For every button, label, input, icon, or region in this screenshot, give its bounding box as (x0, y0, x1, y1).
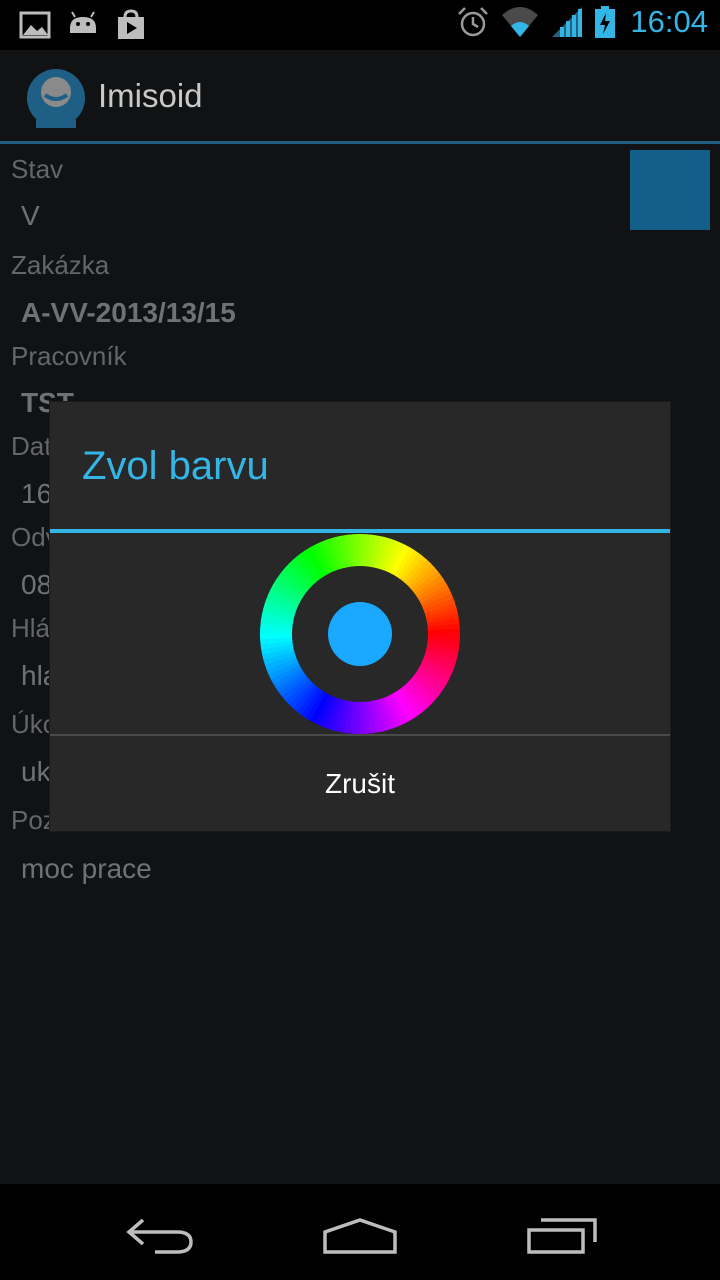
play-store-icon (118, 9, 144, 39)
status-bar: 16:04 (0, 0, 720, 50)
field-value-stav: V (21, 200, 40, 231)
color-wheel[interactable] (259, 533, 461, 735)
home-icon[interactable] (315, 1208, 405, 1258)
dialog-title: Zvol barvu (82, 444, 269, 488)
field-value-poznamka: moc prace (21, 853, 152, 884)
cancel-button[interactable]: Zrušit (50, 736, 670, 831)
battery-charging-icon (595, 6, 616, 38)
field-value-zakazka: A-VV-2013/13/15 (21, 297, 236, 328)
app-title: Imisoid (98, 77, 203, 114)
field-label-pracovnik: Pracovník (11, 341, 127, 371)
gallery-icon (19, 11, 51, 39)
field-label-zakazka: Zakázka (11, 250, 110, 280)
field-value-ukol: uk (21, 756, 51, 787)
recent-apps-icon[interactable] (515, 1208, 605, 1258)
field-value-odv: 08 (21, 569, 53, 600)
action-bar: Imisoid (0, 50, 720, 144)
back-icon[interactable] (115, 1208, 205, 1258)
navigation-bar (0, 1184, 720, 1280)
alarm-icon (458, 7, 489, 37)
app-logo-icon[interactable] (26, 68, 86, 128)
color-picker-dialog: Zvol barvu Zrušit (50, 402, 670, 831)
signal-icon (552, 7, 583, 37)
field-label-stav: Stav (11, 154, 64, 184)
android-icon (70, 11, 96, 33)
field-label-datum: Dat (11, 431, 52, 461)
clock: 16:04 (630, 4, 708, 39)
selected-color-center[interactable] (328, 602, 392, 666)
wifi-icon (502, 7, 539, 37)
color-swatch[interactable] (630, 150, 710, 230)
field-label-hlaseni: Hlá (11, 613, 51, 643)
field-value-datum: 16 (21, 478, 53, 509)
